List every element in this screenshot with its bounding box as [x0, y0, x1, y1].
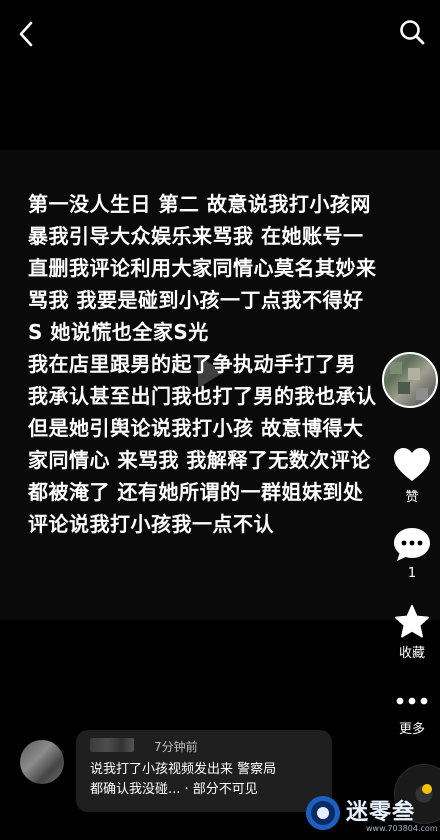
avatar-pixel [398, 382, 410, 394]
more-icon [396, 697, 428, 705]
watermark-logo-icon [306, 796, 340, 830]
comment-text: 说我打了小孩视频发出来 警察局 都确认我没碰... · 部分不可见 [90, 762, 277, 797]
more-label: 更多 [398, 722, 425, 737]
favorite-button[interactable]: 收藏 [384, 604, 440, 661]
favorite-label: 收藏 [398, 646, 425, 661]
avatar-pixel [416, 388, 428, 400]
like-label: 赞 [405, 490, 419, 505]
comment-count: 1 [407, 566, 417, 581]
like-button[interactable]: 赞 [384, 446, 440, 505]
search-icon [400, 20, 425, 45]
comment-button[interactable]: 1 [384, 526, 440, 581]
chevron-left-icon [19, 21, 33, 47]
avatar-pixel [408, 368, 420, 380]
back-button[interactable] [12, 18, 40, 50]
comment-time: 7分钟前 [154, 740, 198, 754]
commenter-name-blurred [90, 738, 134, 752]
watermark-url: www.703804.com [366, 824, 438, 833]
play-icon [198, 356, 224, 388]
author-avatar[interactable] [382, 352, 438, 408]
avatar-pixel [390, 362, 402, 374]
site-watermark: 迷零叁 www.703804.com [300, 790, 440, 840]
search-button[interactable] [396, 16, 428, 48]
watermark-name: 迷零叁 [346, 800, 416, 825]
more-button[interactable]: 更多 [384, 694, 440, 737]
commenter-avatar[interactable] [20, 740, 64, 784]
star-icon [395, 605, 429, 638]
heart-icon [394, 448, 430, 481]
video-screen: 第一没人生日 第二 故意说我打小孩网 暴我引导大众娱乐来骂我 在她账号一 直删我… [0, 0, 440, 840]
comment-icon [394, 528, 430, 561]
